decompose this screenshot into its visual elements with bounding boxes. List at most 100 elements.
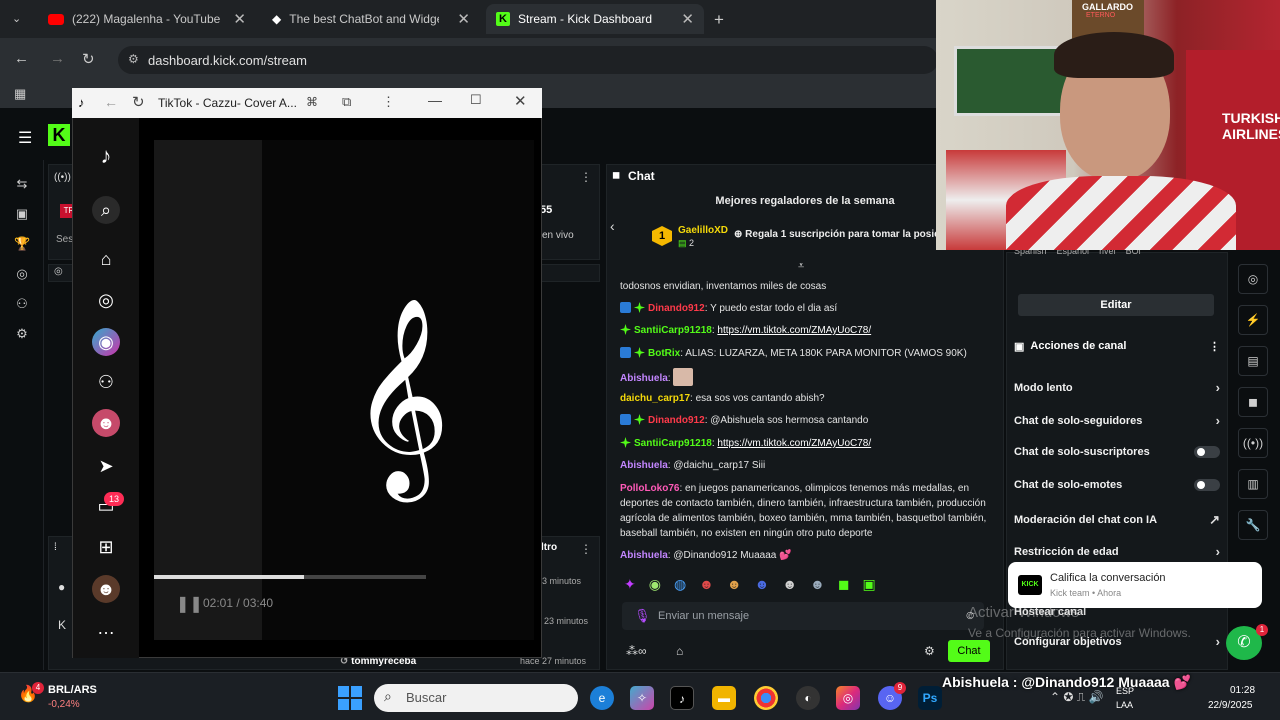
file-explorer-icon[interactable]: ▬: [712, 686, 736, 710]
sidebar-stream-icon[interactable]: ⇆: [14, 176, 30, 192]
tab-youtube[interactable]: (222) Magalenha - YouTube ✕: [38, 4, 256, 34]
chat-username[interactable]: Dinando912: [648, 415, 705, 426]
chat-username[interactable]: BotRix: [648, 348, 680, 359]
close-icon[interactable]: ✕: [681, 10, 694, 28]
profile-avatar[interactable]: ☻: [92, 575, 120, 603]
kick-logo-icon[interactable]: K: [48, 124, 70, 146]
sidebar-library-icon[interactable]: ▣: [14, 206, 30, 222]
rail-wrench-icon[interactable]: 🔧: [1238, 510, 1268, 540]
menu-icon[interactable]: ☰: [18, 128, 32, 148]
emote-icon[interactable]: ▣: [862, 576, 875, 596]
tab-list-chevron-icon[interactable]: ⌄: [12, 12, 21, 25]
emote-icon[interactable]: ☻: [810, 576, 825, 596]
gifter-name[interactable]: GaelilloXD: [678, 225, 728, 236]
apps-grid-icon[interactable]: ▦: [14, 86, 26, 102]
points-icon[interactable]: ⁂∞: [626, 644, 647, 658]
close-icon[interactable]: ✕: [457, 10, 470, 28]
emote-icon[interactable]: ☻: [727, 576, 742, 596]
chat-username[interactable]: SantiiCarp91218: [634, 438, 712, 449]
chat-username[interactable]: Abishuela: [620, 460, 668, 471]
chat-username[interactable]: Dinando912: [648, 303, 705, 314]
following-icon[interactable]: ⚇: [92, 368, 120, 396]
filter-label[interactable]: ltro: [541, 542, 557, 553]
gift-prompt[interactable]: ⊕ Regala 1 suscripción para tomar la pos…: [734, 229, 936, 240]
emote-icon[interactable]: ☻: [782, 576, 797, 596]
more-icon[interactable]: ⋮: [1209, 340, 1220, 353]
chat-username[interactable]: daichu_carp17: [620, 393, 690, 404]
rail-chat-icon[interactable]: ◼: [1238, 387, 1268, 417]
input-language[interactable]: ESP: [1116, 686, 1134, 696]
maximize-icon[interactable]: ☐: [470, 92, 482, 108]
emote-icon[interactable]: ☻: [755, 576, 770, 596]
toggle-switch[interactable]: [1194, 446, 1220, 458]
chat-username[interactable]: Abishuela: [620, 550, 668, 561]
emote-icon[interactable]: ✦: [624, 576, 636, 596]
toggle-switch[interactable]: [1194, 479, 1220, 491]
photoshop-icon[interactable]: Ps: [918, 686, 942, 710]
gear-icon[interactable]: ⚙: [924, 644, 935, 658]
tiktok-video[interactable]: 𝄞: [154, 140, 534, 640]
back-icon[interactable]: ←: [104, 94, 118, 110]
chat-link[interactable]: https://vm.tiktok.com/ZMAyUoC78/: [717, 438, 871, 449]
extension-icon[interactable]: ⧉: [342, 94, 351, 110]
more-options-icon[interactable]: …: [92, 614, 120, 642]
translate-icon[interactable]: ⌘: [306, 95, 318, 109]
tiktok-logo-icon[interactable]: ♪: [92, 142, 120, 170]
store-icon[interactable]: ⌂: [676, 644, 683, 658]
emote-icon[interactable]: ◉: [649, 576, 661, 596]
site-info-icon[interactable]: ⚙: [128, 52, 139, 66]
emote-icon[interactable]: ◍: [674, 576, 686, 596]
back-icon[interactable]: ←: [14, 50, 29, 67]
explore-icon[interactable]: ◎: [92, 286, 120, 314]
chat-username[interactable]: SantiiCarp91218: [634, 325, 712, 336]
emote-icon[interactable]: ◼: [838, 576, 850, 596]
tiktok-taskbar-icon[interactable]: ♪: [670, 686, 694, 710]
more-icon[interactable]: ⋮: [580, 170, 592, 184]
rail-moderation-icon[interactable]: ◎: [1238, 264, 1268, 294]
url-field[interactable]: ⚙ dashboard.kick.com/stream: [118, 46, 938, 74]
sidebar-community-icon[interactable]: ⚇: [14, 296, 30, 312]
emote-icon[interactable]: ☻: [699, 576, 714, 596]
home-icon[interactable]: ⌂: [92, 245, 120, 273]
chat-username[interactable]: Abishuela: [620, 373, 668, 384]
rail-broadcast-icon[interactable]: ((•)): [1238, 428, 1268, 458]
rate-conversation-toast[interactable]: KICK Califica la conversación Kick team …: [1008, 562, 1262, 608]
avatar[interactable]: ☻: [92, 409, 120, 437]
sidebar-moderation-icon[interactable]: ◎: [14, 266, 30, 282]
edit-button[interactable]: Editar: [1018, 294, 1214, 316]
chat-link[interactable]: https://vm.tiktok.com/ZMAyUoC78/: [717, 325, 871, 336]
rail-layout-icon[interactable]: ▥: [1238, 469, 1268, 499]
market-label[interactable]: BRL/ARS: [48, 684, 97, 696]
live-icon[interactable]: ◉: [92, 328, 120, 356]
pause-icon[interactable]: ❚❚: [176, 594, 203, 614]
scroll-indicator-icon[interactable]: ⩡: [798, 260, 804, 273]
tab-chatbot[interactable]: ◆ The best ChatBot and Widgets ✕: [262, 4, 480, 34]
setting-row[interactable]: Modo lento ›: [1014, 380, 1220, 395]
video-progress-bar[interactable]: [154, 575, 426, 579]
new-tab-icon[interactable]: +: [714, 10, 724, 30]
send-chat-button[interactable]: Chat: [948, 640, 990, 662]
clock-time[interactable]: 01:28: [1230, 685, 1255, 696]
obs-icon[interactable]: ◐: [796, 686, 820, 710]
chat-input[interactable]: 🎙 Enviar un mensaje ☺: [622, 602, 984, 630]
edge-icon[interactable]: e: [590, 686, 614, 710]
reload-icon[interactable]: ↻: [132, 93, 145, 111]
tab-kick-dashboard[interactable]: K Stream - Kick Dashboard ✕: [486, 4, 704, 34]
tray-icons[interactable]: ⌃ ✪ ⎍ 🔊: [1050, 690, 1103, 705]
chat-username[interactable]: PolloLoko76: [620, 483, 679, 494]
sidebar-trophy-icon[interactable]: 🏆: [14, 236, 30, 252]
setting-row[interactable]: Moderación del chat con IA ↗: [1014, 512, 1220, 528]
more-icon[interactable]: ⋮: [382, 94, 395, 110]
close-icon[interactable]: ✕: [514, 92, 527, 110]
copilot-icon[interactable]: ✧: [630, 686, 654, 710]
more-icon[interactable]: ⋮: [580, 542, 592, 556]
minimize-icon[interactable]: —: [428, 92, 442, 108]
taskbar-search[interactable]: ⌕ Buscar: [374, 684, 578, 712]
search-icon[interactable]: ⌕: [92, 196, 120, 224]
rail-notes-icon[interactable]: ▤: [1238, 346, 1268, 376]
close-icon[interactable]: ✕: [233, 10, 246, 28]
setting-row[interactable]: Chat de solo-seguidores ›: [1014, 413, 1220, 428]
setting-row[interactable]: Chat de solo-emotes: [1014, 479, 1220, 491]
microphone-icon[interactable]: 🎙: [634, 608, 651, 624]
windows-start-icon[interactable]: [338, 686, 362, 710]
